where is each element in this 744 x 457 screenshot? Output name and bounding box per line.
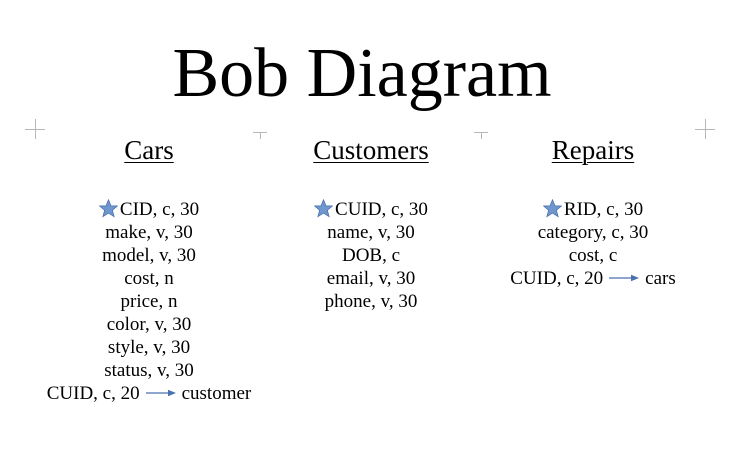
field-text: CUID, c, 30 [335, 199, 428, 220]
corner-mark [253, 132, 267, 139]
field-text: price, n [120, 291, 178, 312]
table-customers: Customers CUID, c, 30 name, v, 30 DOB, c em… [282, 133, 460, 312]
field-row: CUID, c, 20 customer [40, 382, 258, 405]
page-title: Bob Diagram [172, 35, 552, 112]
field-text: DOB, c [341, 245, 401, 266]
primary-key-star-icon [314, 199, 334, 218]
field-text: phone, v, 30 [324, 291, 418, 312]
table-cars: Cars CID, c, 30 make, v, 30 model, v, 30 co… [40, 133, 258, 404]
corner-mark [474, 132, 488, 139]
field-row: color, v, 30 [40, 313, 258, 336]
field-row: email, v, 30 [282, 267, 460, 290]
field-text: CID, c, 30 [119, 199, 200, 220]
field-row: cost, c [494, 244, 692, 267]
reference-arrow-icon [145, 389, 176, 397]
field-row: make, v, 30 [40, 221, 258, 244]
corner-mark [25, 119, 45, 139]
field-row: status, v, 30 [40, 359, 258, 382]
field-text: style, v, 30 [107, 337, 191, 358]
field-text: email, v, 30 [326, 268, 416, 289]
field-reference: cars [645, 268, 676, 289]
table-header-cars: Cars [124, 135, 174, 165]
primary-key-star-icon [98, 199, 118, 218]
field-reference: customer [181, 383, 252, 404]
field-list: RID, c, 30 category, c, 30 cost, c CUID, c,… [494, 198, 692, 290]
field-row: CUID, c, 20 cars [494, 267, 692, 290]
field-row: style, v, 30 [40, 336, 258, 359]
field-list: CUID, c, 30 name, v, 30 DOB, c email, v, 30… [282, 198, 460, 313]
table-header-repairs: Repairs [551, 135, 635, 165]
field-row: CID, c, 30 [40, 198, 258, 221]
field-text: CUID, c, 20 [510, 268, 604, 289]
field-row: cost, n [40, 267, 258, 290]
field-text: status, v, 30 [104, 360, 194, 381]
field-text: CUID, c, 20 [46, 383, 140, 404]
field-text: cost, n [124, 268, 174, 289]
field-row: CUID, c, 30 [282, 198, 460, 221]
field-row: phone, v, 30 [282, 290, 460, 313]
table-repairs: Repairs RID, c, 30 category, c, 30 cost, c… [494, 133, 692, 289]
corner-mark [695, 119, 715, 139]
field-row: DOB, c [282, 244, 460, 267]
field-text: name, v, 30 [327, 222, 415, 243]
field-text: make, v, 30 [105, 222, 193, 243]
field-row: price, n [40, 290, 258, 313]
field-row: name, v, 30 [282, 221, 460, 244]
field-row: category, c, 30 [494, 221, 692, 244]
primary-key-star-icon [542, 199, 562, 218]
field-text: RID, c, 30 [563, 199, 644, 220]
field-text: category, c, 30 [537, 222, 649, 243]
reference-arrow-icon [609, 274, 640, 282]
field-text: color, v, 30 [106, 314, 192, 335]
field-row: RID, c, 30 [494, 198, 692, 221]
field-list: CID, c, 30 make, v, 30 model, v, 30 cost, n… [40, 198, 258, 405]
field-text: model, v, 30 [102, 245, 196, 266]
table-header-customers: Customers [313, 135, 429, 165]
field-text: cost, c [568, 245, 618, 266]
field-row: model, v, 30 [40, 244, 258, 267]
